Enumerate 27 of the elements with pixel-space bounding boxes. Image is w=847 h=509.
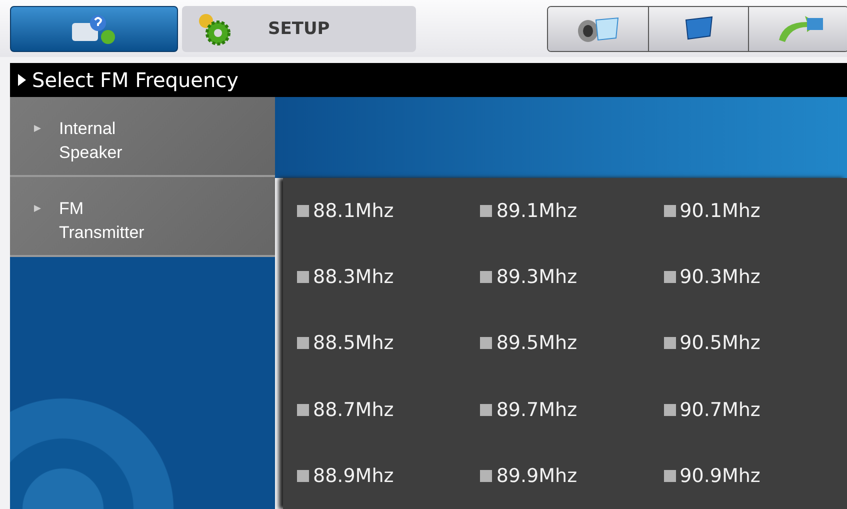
frequency-option[interactable]: 89.9Mhz: [480, 460, 578, 491]
arrow-tool-button[interactable]: [748, 6, 847, 50]
frequency-option[interactable]: 90.3Mhz: [664, 262, 760, 292]
frequency-option[interactable]: 88.7Mhz: [297, 394, 394, 425]
frequency-option[interactable]: 89.5Mhz: [480, 328, 578, 358]
frequency-option[interactable]: 89.3Mhz: [480, 262, 578, 292]
help-tab[interactable]: [10, 6, 178, 52]
frequency-option[interactable]: 90.7Mhz: [664, 394, 760, 425]
frequency-option[interactable]: 88.3Mhz: [297, 262, 394, 292]
frequency-option[interactable]: 89.7Mhz: [480, 394, 578, 425]
frequency-option[interactable]: 88.5Mhz: [297, 328, 394, 358]
monitor-tool-button[interactable]: [648, 6, 748, 50]
frequency-option[interactable]: 88.1Mhz: [297, 196, 394, 226]
gear-icon: [196, 12, 232, 46]
header-title: Select FM Frequency: [32, 68, 238, 92]
frequency-option[interactable]: 88.9Mhz: [297, 460, 394, 491]
menu-item[interactable]: FM Transmitter: [10, 177, 275, 257]
frequency-option[interactable]: 90.9Mhz: [664, 460, 760, 491]
pointer-triangle-icon: [34, 205, 41, 212]
setup-tab[interactable]: SETUP: [182, 6, 416, 52]
speaker-tool-button[interactable]: [548, 6, 648, 50]
pointer-triangle-icon: [34, 125, 41, 132]
menu-item[interactable]: Internal Speaker: [10, 97, 275, 177]
frequency-option[interactable]: 90.5Mhz: [664, 328, 760, 358]
frequency-option[interactable]: 89.1Mhz: [480, 196, 578, 226]
play-triangle-icon: [18, 74, 26, 86]
frequency-option[interactable]: 90.1Mhz: [664, 196, 760, 226]
